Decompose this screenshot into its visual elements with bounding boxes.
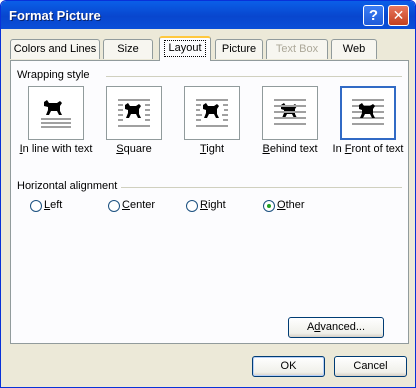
wrap-label-in-line[interactable]: In line with text: [15, 143, 97, 155]
wrap-option-tight[interactable]: [184, 86, 240, 140]
wrap-label-tight[interactable]: Tight: [171, 143, 253, 155]
close-button[interactable]: ✕: [388, 5, 409, 26]
radio-left[interactable]: [30, 200, 42, 212]
wrap-label-behind-text[interactable]: Behind text: [249, 143, 331, 155]
square-wrap-icon: [118, 99, 150, 127]
radio-label-right[interactable]: Right: [200, 199, 226, 211]
radio-label-center[interactable]: Center: [122, 199, 155, 211]
radio-right[interactable]: [186, 200, 198, 212]
group-divider: [121, 187, 402, 188]
help-button[interactable]: ?: [363, 5, 384, 26]
wrap-label-square[interactable]: Square: [93, 143, 175, 155]
radio-label-left[interactable]: Left: [44, 199, 62, 211]
tab-text-box: Text Box: [266, 39, 328, 59]
ok-button[interactable]: OK: [252, 356, 325, 377]
radio-center[interactable]: [108, 200, 120, 212]
format-picture-dialog: Format Picture ? ✕ Colors and Lines Size…: [0, 0, 416, 388]
radio-label-other[interactable]: Other: [277, 199, 305, 211]
tab-picture[interactable]: Picture: [215, 39, 263, 59]
help-icon: ?: [368, 7, 379, 24]
cancel-button[interactable]: Cancel: [334, 356, 407, 377]
layout-tab-panel: Wrapping style In line with text Square …: [10, 60, 409, 344]
radio-other[interactable]: [263, 200, 275, 212]
dialog-title: Format Picture: [9, 8, 101, 23]
wrap-option-in-front-of-text[interactable]: [340, 86, 396, 140]
group-divider: [106, 76, 402, 77]
tight-wrap-icon: [196, 99, 228, 127]
tab-web[interactable]: Web: [331, 39, 377, 59]
wrapping-style-heading: Wrapping style: [17, 69, 90, 81]
behind-text-icon: [274, 99, 306, 125]
in-front-of-text-icon: [352, 99, 384, 125]
wrap-option-in-line[interactable]: [28, 86, 84, 140]
wrap-option-behind-text[interactable]: [262, 86, 318, 140]
inline-wrap-icon: [41, 100, 71, 128]
tab-layout[interactable]: Layout: [159, 36, 211, 61]
tab-size[interactable]: Size: [103, 39, 153, 59]
wrap-label-in-front-of-text[interactable]: In Front of text: [327, 143, 409, 155]
title-bar[interactable]: Format Picture ? ✕: [1, 1, 415, 29]
close-icon: ✕: [392, 7, 405, 23]
tab-colors-and-lines[interactable]: Colors and Lines: [10, 39, 100, 59]
advanced-button[interactable]: Advanced...: [288, 317, 384, 338]
wrap-option-square[interactable]: [106, 86, 162, 140]
horizontal-alignment-heading: Horizontal alignment: [17, 180, 118, 192]
